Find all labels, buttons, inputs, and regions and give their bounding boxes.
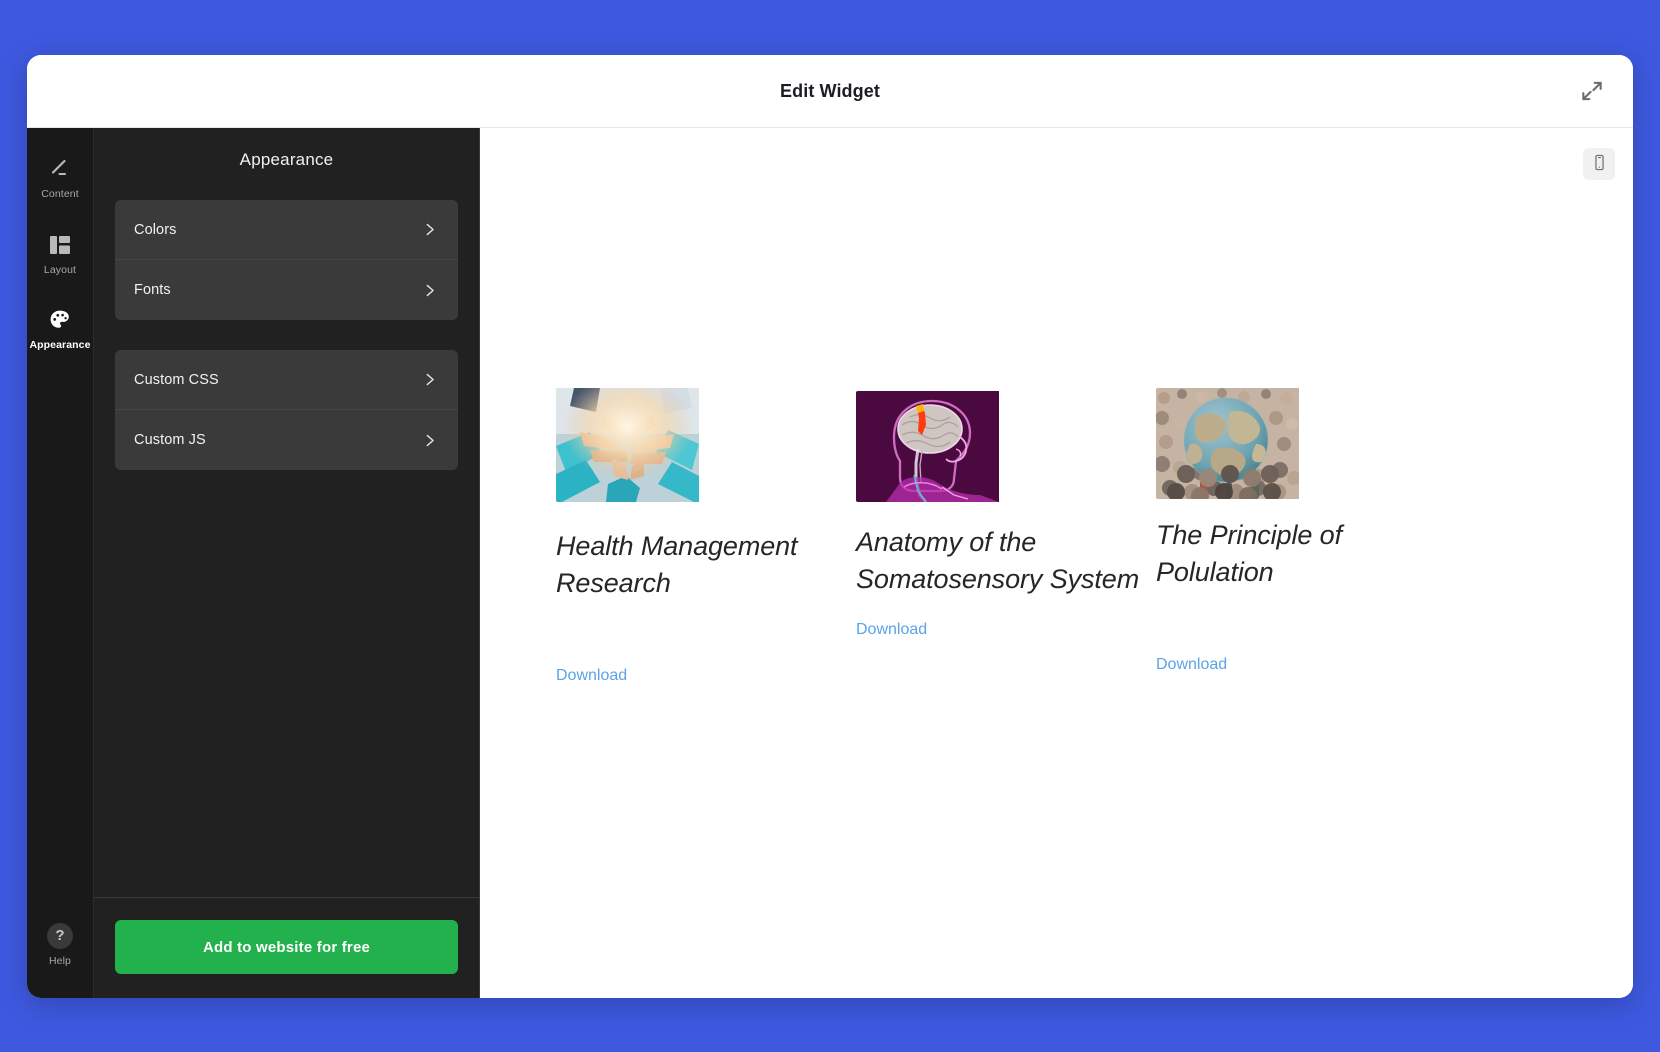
card-thumbnail[interactable] — [556, 388, 856, 502]
download-link[interactable]: Download — [1156, 656, 1456, 674]
chevron-right-icon — [421, 432, 438, 449]
anatomical-brain-illustration-image — [856, 391, 999, 502]
setting-label: Fonts — [134, 282, 171, 298]
edit-widget-modal: Edit Widget Content — [27, 55, 1633, 998]
widget-preview: Health Management Research Download — [480, 128, 1633, 998]
download-link[interactable]: Download — [856, 621, 1156, 639]
chevron-right-icon — [421, 282, 438, 299]
document-card: Anatomy of the Somatosensory System Down… — [856, 388, 1156, 685]
settings-panel-heading: Appearance — [94, 150, 479, 170]
card-thumbnail[interactable] — [1156, 388, 1456, 499]
setting-row-custom-css[interactable]: Custom CSS — [115, 350, 458, 410]
setting-row-fonts[interactable]: Fonts — [115, 260, 458, 320]
page-title: Edit Widget — [780, 81, 880, 102]
add-to-website-button[interactable]: Add to website for free — [115, 920, 458, 974]
expand-arrows-icon[interactable] — [1573, 72, 1611, 110]
setting-row-colors[interactable]: Colors — [115, 200, 458, 260]
mobile-preview-toggle[interactable] — [1583, 148, 1615, 180]
setting-label: Custom CSS — [134, 372, 219, 388]
sidebar-item-layout[interactable]: Layout — [27, 222, 94, 284]
pencil-icon — [47, 156, 73, 182]
sidebar-item-label: Content — [41, 189, 78, 200]
sidebar-item-content[interactable]: Content — [27, 146, 94, 208]
settings-panel: Appearance Colors Fonts — [94, 128, 480, 998]
modal-header: Edit Widget — [27, 55, 1633, 128]
document-card: Health Management Research Download — [556, 388, 856, 685]
sidebar-item-label: Appearance — [29, 340, 90, 351]
download-link[interactable]: Download — [556, 667, 856, 685]
chevron-right-icon — [421, 221, 438, 238]
setting-label: Custom JS — [134, 432, 206, 448]
question-circle-icon: ? — [47, 923, 73, 949]
card-title: Health Management Research — [556, 528, 846, 601]
mobile-phone-icon — [1591, 154, 1608, 174]
document-card-list: Health Management Research Download — [556, 388, 1456, 685]
layout-columns-icon — [47, 232, 73, 258]
settings-panel-footer: Add to website for free — [94, 897, 479, 998]
sidebar-item-label: Help — [49, 956, 71, 967]
chevron-right-icon — [421, 371, 438, 388]
palette-icon — [47, 307, 73, 333]
help-glyph: ? — [47, 923, 73, 949]
icon-rail: Content Layout — [27, 128, 94, 998]
sidebar-item-label: Layout — [44, 265, 76, 276]
settings-group-custom-code: Custom CSS Custom JS — [115, 350, 458, 470]
setting-label: Colors — [134, 222, 177, 238]
settings-scroll-area: Appearance Colors Fonts — [94, 128, 479, 897]
modal-body: Content Layout — [27, 128, 1633, 998]
sidebar-item-appearance[interactable]: Appearance — [27, 297, 94, 359]
card-title: Anatomy of the Somatosensory System — [856, 524, 1146, 597]
card-title: The Principle of Polulation — [1156, 517, 1446, 590]
card-thumbnail[interactable] — [856, 391, 1156, 502]
globe-surrounded-by-crowd-image — [1156, 388, 1299, 499]
settings-group-theme: Colors Fonts — [115, 200, 458, 320]
medical-team-hands-together-image — [556, 388, 699, 502]
setting-row-custom-js[interactable]: Custom JS — [115, 410, 458, 470]
document-card: The Principle of Polulation Download — [1156, 388, 1456, 685]
sidebar-item-help[interactable]: ? Help — [27, 913, 94, 975]
